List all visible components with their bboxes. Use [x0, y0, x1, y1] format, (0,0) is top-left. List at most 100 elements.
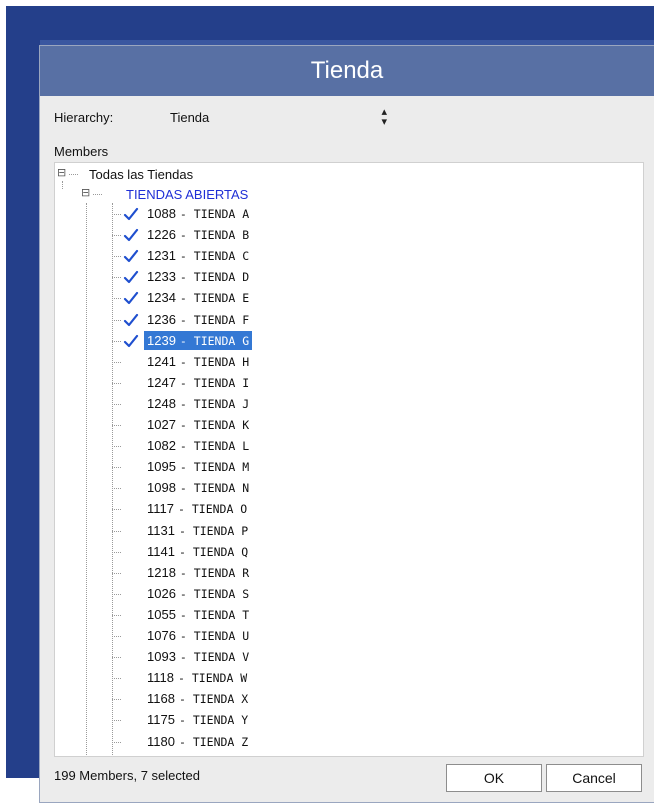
item-code: 1131 — [147, 523, 175, 538]
collapse-group-icon[interactable]: ⊟ — [81, 186, 90, 199]
dialog-title: Tienda — [40, 46, 654, 96]
tree-connector — [112, 699, 121, 700]
tree-root-item[interactable]: Todas las Tiendas — [89, 164, 193, 184]
members-tree[interactable]: ⊟ Todas las Tiendas ⊟ TIENDAS ABIERTAS 1… — [54, 162, 644, 757]
item-code: 1055 — [147, 607, 176, 622]
checkmark-icon[interactable] — [123, 312, 139, 328]
item-code: 1248 — [147, 396, 176, 411]
tree-list-item[interactable]: 1098- TIENDA N — [144, 478, 252, 497]
item-name: - TIENDA W — [178, 670, 248, 685]
tree-list-item[interactable]: 1118 - TIENDA W — [144, 668, 250, 687]
item-name: - TIENDA J — [179, 396, 250, 411]
tree-list-item[interactable]: 1180- TIENDA Z — [144, 732, 251, 751]
checkmark-icon[interactable] — [123, 269, 139, 285]
checkmark-icon[interactable] — [123, 290, 139, 306]
item-code: 1088 — [147, 206, 176, 221]
tree-connector — [112, 531, 121, 532]
item-name: - TIENDA U — [179, 628, 250, 643]
item-code: 1233 — [147, 269, 176, 284]
tree-guide-line — [86, 203, 87, 756]
item-code: 1239 — [147, 333, 176, 348]
item-code: 1141 — [147, 544, 175, 559]
item-name: - TIENDA B — [179, 227, 250, 242]
item-name: - TIENDA K — [179, 417, 250, 432]
tree-connector — [112, 509, 121, 510]
item-name: - TIENDA Z — [178, 734, 249, 749]
tree-connector — [112, 256, 121, 257]
tree-connector — [112, 573, 121, 574]
tree-connector — [62, 181, 63, 189]
tree-connector — [112, 488, 121, 489]
tree-list-item[interactable]: 1095- TIENDA M — [144, 457, 252, 476]
tree-connector — [112, 341, 121, 342]
item-name: - TIENDA C — [179, 248, 250, 263]
tree-list-item[interactable]: 1082- TIENDA L — [144, 436, 252, 455]
tree-connector — [112, 657, 121, 658]
item-name: - TIENDA H — [179, 354, 250, 369]
tree-list-item[interactable]: 1076- TIENDA U — [144, 626, 252, 645]
tree-list-item[interactable]: 1241- TIENDA H — [144, 352, 252, 371]
tree-connector — [112, 277, 121, 278]
tree-list-item[interactable]: 1117 - TIENDA O — [144, 499, 250, 518]
tree-list-item[interactable]: 1131- TIENDA P — [144, 521, 251, 540]
tree-list-item[interactable]: 1055- TIENDA T — [144, 605, 252, 624]
tree-list-item[interactable]: 1026- TIENDA S — [144, 584, 252, 603]
tree-list-item[interactable]: 1218- TIENDA R — [144, 563, 252, 582]
item-code: 1026 — [147, 586, 176, 601]
tree-list-item[interactable]: 1175- TIENDA Y — [144, 710, 251, 729]
tree-root-label: Todas las Tiendas — [89, 166, 194, 182]
tree-connector — [112, 320, 121, 321]
tree-connector — [93, 194, 102, 195]
ok-button[interactable]: OK — [446, 764, 542, 792]
checkmark-icon[interactable] — [123, 248, 139, 264]
item-name: - TIENDA I — [179, 375, 250, 390]
tree-connector — [112, 235, 121, 236]
tree-list-item[interactable]: 1234- TIENDA E — [144, 288, 252, 307]
tree-list-item[interactable]: 1239- TIENDA G — [144, 331, 253, 350]
tree-connector — [112, 552, 121, 553]
checkmark-icon[interactable] — [123, 206, 139, 222]
checkmark-icon[interactable] — [123, 227, 139, 243]
tree-list-item[interactable]: 1248- TIENDA J — [144, 394, 252, 413]
item-code: 1117 — [147, 501, 174, 516]
tree-list-item[interactable]: 1093- TIENDA V — [144, 647, 252, 666]
tienda-dialog: Tienda Hierarchy: Tienda ▴ ▾ Members ⊟ To… — [40, 46, 654, 802]
tree-list-item[interactable]: 1247- TIENDA I — [144, 373, 252, 392]
hierarchy-select[interactable]: Tienda ▴ ▾ — [158, 106, 395, 128]
tree-group-label: TIENDAS ABIERTAS — [126, 186, 249, 202]
tree-list-item[interactable]: 1027- TIENDA K — [144, 415, 252, 434]
item-name: - TIENDA X — [178, 691, 249, 706]
item-code: 1118 — [147, 670, 174, 685]
tree-list-item[interactable]: 1236- TIENDA F — [144, 310, 252, 329]
item-name: - TIENDA T — [179, 607, 250, 622]
tree-list-item[interactable]: 1141- TIENDA Q — [144, 542, 251, 561]
cancel-button[interactable]: Cancel — [546, 764, 642, 792]
item-name: - TIENDA S — [179, 586, 250, 601]
tree-list-item[interactable]: 1088- TIENDA A — [144, 204, 252, 223]
tree-list-item[interactable]: 1226- TIENDA B — [144, 225, 252, 244]
tree-list-item[interactable]: 1168- TIENDA X — [144, 689, 251, 708]
tree-connector — [112, 678, 121, 679]
item-code: 1082 — [147, 438, 176, 453]
item-name: - TIENDA G — [179, 333, 250, 348]
item-code: 1226 — [147, 227, 176, 242]
tree-connector — [112, 362, 121, 363]
checkmark-icon[interactable] — [123, 333, 139, 349]
item-code: 1027 — [147, 417, 176, 432]
item-code: 1247 — [147, 375, 176, 390]
tree-list-item[interactable]: 1233- TIENDA D — [144, 267, 252, 286]
hierarchy-select-value: Tienda — [170, 109, 210, 125]
tree-connector — [112, 446, 121, 447]
tree-group-item[interactable]: TIENDAS ABIERTAS — [126, 184, 248, 204]
tree-connector — [112, 742, 121, 743]
item-code: 1168 — [147, 691, 175, 706]
item-name: - TIENDA M — [179, 459, 250, 474]
item-code: 1076 — [147, 628, 176, 643]
tree-connector — [112, 404, 121, 405]
updown-arrows-icon: ▴ ▾ — [381, 106, 387, 128]
item-code: 1236 — [147, 312, 176, 327]
item-code: 1095 — [147, 459, 176, 474]
collapse-root-icon[interactable]: ⊟ — [57, 166, 66, 179]
tree-connector — [112, 214, 121, 215]
tree-list-item[interactable]: 1231- TIENDA C — [144, 246, 252, 265]
